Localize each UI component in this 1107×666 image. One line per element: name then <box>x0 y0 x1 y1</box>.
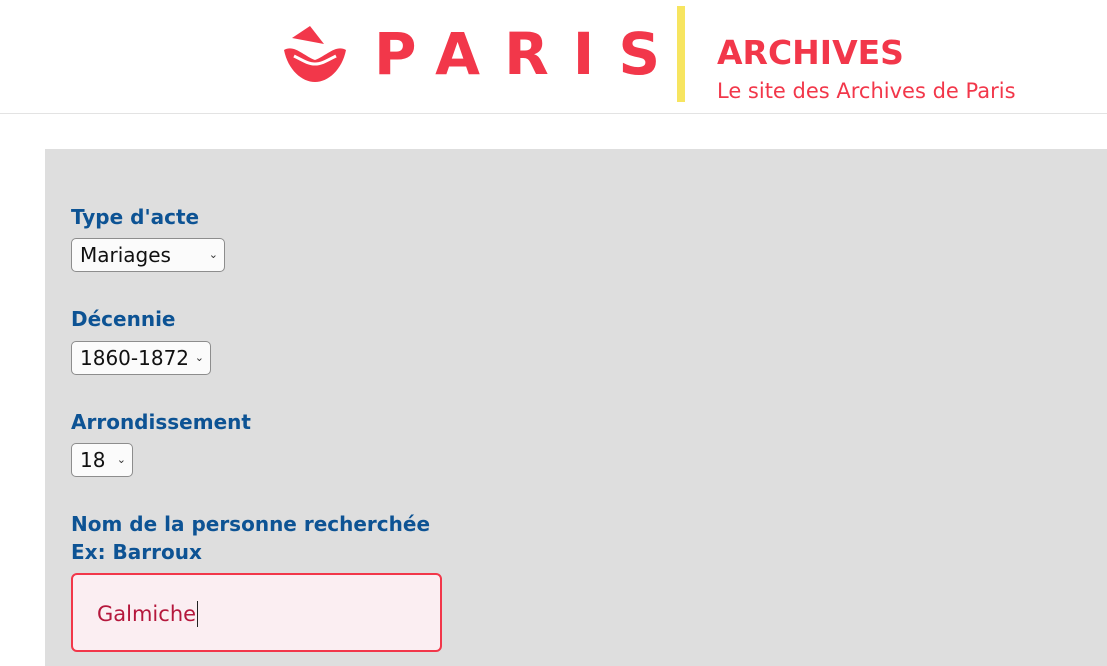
nom-input-text: Galmiche <box>97 602 197 626</box>
type-acte-selected-value: Mariages <box>80 243 171 267</box>
arrondissement-select[interactable]: 18 ⌄ <box>71 443 133 477</box>
nom-label: Nom de la personne recherchée <box>71 512 431 536</box>
paris-wordmark[interactable]: PARIS <box>374 20 684 88</box>
nom-input[interactable]: Galmiche <box>71 573 442 652</box>
decennie-label: Décennie <box>71 307 176 331</box>
arrondissement-label: Arrondissement <box>71 410 251 434</box>
arrondissement-selected-value: 18 <box>80 448 106 472</box>
site-header: PARIS ARCHIVES Le site des Archives de P… <box>0 0 1107 114</box>
site-subtitle: Le site des Archives de Paris <box>717 79 1016 103</box>
nom-input-value: Galmiche <box>97 599 199 629</box>
decennie-select[interactable]: 1860-1872 ⌄ <box>71 341 211 375</box>
nom-hint: Ex: Barroux <box>71 540 202 564</box>
chevron-down-icon: ⌄ <box>208 248 218 261</box>
site-title[interactable]: ARCHIVES <box>717 33 904 73</box>
text-caret <box>197 601 199 627</box>
paris-boat-logo-icon[interactable] <box>284 26 346 82</box>
decennie-selected-value: 1860-1872 <box>80 346 190 370</box>
header-divider <box>677 6 685 102</box>
chevron-down-icon: ⌄ <box>194 351 204 364</box>
type-acte-label: Type d'acte <box>71 205 200 229</box>
type-acte-select[interactable]: Mariages ⌄ <box>71 238 225 272</box>
chevron-down-icon: ⌄ <box>116 453 126 466</box>
